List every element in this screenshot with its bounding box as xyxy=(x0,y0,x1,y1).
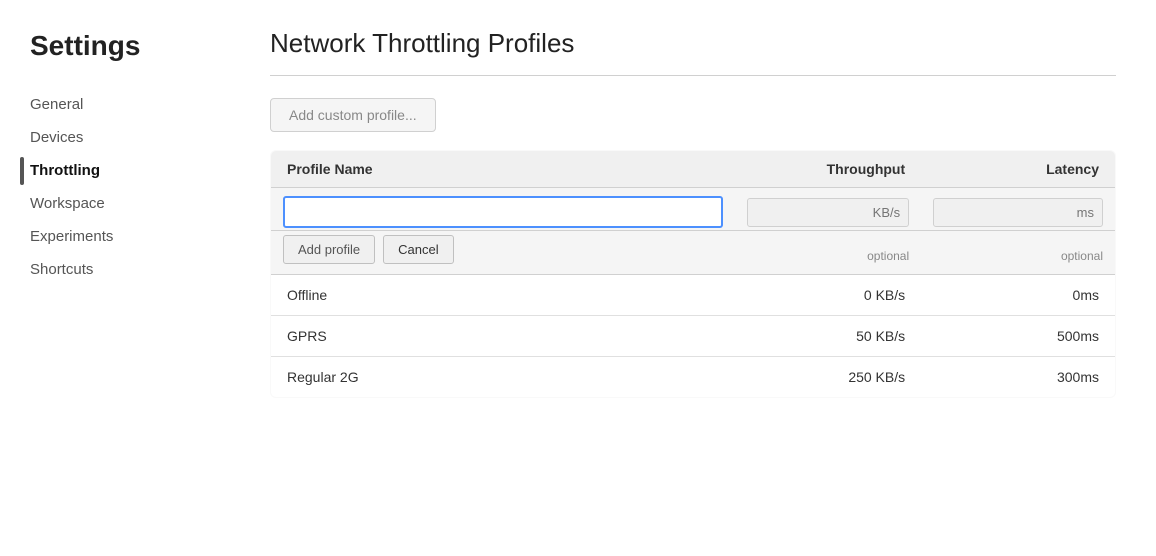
profiles-table: Profile Name Throughput Latency xyxy=(270,150,1116,398)
table-row: Regular 2G 250 KB/s 300ms xyxy=(271,357,1116,398)
sidebar-title: Settings xyxy=(30,30,230,62)
profile-name-input[interactable] xyxy=(283,196,723,228)
sidebar-link-general[interactable]: General xyxy=(30,90,230,119)
section-divider xyxy=(270,75,1116,76)
optional-labels-row: Add profile Cancel optional optional xyxy=(271,231,1116,275)
sidebar-link-shortcuts[interactable]: Shortcuts xyxy=(30,255,230,284)
sidebar: Settings General Devices Throttling Work… xyxy=(0,0,230,556)
sidebar-item-shortcuts[interactable]: Shortcuts xyxy=(30,255,230,284)
sidebar-item-devices[interactable]: Devices xyxy=(30,123,230,152)
sidebar-item-general[interactable]: General xyxy=(30,90,230,119)
sidebar-link-workspace[interactable]: Workspace xyxy=(30,189,230,218)
page-title: Network Throttling Profiles xyxy=(270,28,1116,59)
row-latency: 0ms xyxy=(921,275,1115,316)
sidebar-link-throttling[interactable]: Throttling xyxy=(30,156,230,185)
row-throughput: 0 KB/s xyxy=(735,275,921,316)
add-custom-profile-button[interactable]: Add custom profile... xyxy=(270,98,436,132)
row-latency: 300ms xyxy=(921,357,1115,398)
row-throughput: 250 KB/s xyxy=(735,357,921,398)
action-buttons: Add profile Cancel xyxy=(283,235,723,264)
add-profile-button[interactable]: Add profile xyxy=(283,235,375,264)
row-name: Regular 2G xyxy=(271,357,736,398)
col-header-throughput: Throughput xyxy=(735,151,921,188)
new-profile-input-row xyxy=(271,188,1116,231)
table-header-row: Profile Name Throughput Latency xyxy=(271,151,1116,188)
latency-input[interactable] xyxy=(933,198,1103,227)
sidebar-link-experiments[interactable]: Experiments xyxy=(30,222,230,251)
row-name: Offline xyxy=(271,275,736,316)
row-latency: 500ms xyxy=(921,316,1115,357)
cancel-button[interactable]: Cancel xyxy=(383,235,453,264)
main-content: Network Throttling Profiles Add custom p… xyxy=(230,0,1156,556)
col-header-name: Profile Name xyxy=(271,151,736,188)
profile-name-cell xyxy=(271,188,736,231)
table-row: GPRS 50 KB/s 500ms xyxy=(271,316,1116,357)
row-throughput: 50 KB/s xyxy=(735,316,921,357)
latency-cell xyxy=(921,188,1115,231)
throughput-cell xyxy=(735,188,921,231)
sidebar-item-workspace[interactable]: Workspace xyxy=(30,189,230,218)
table-row: Offline 0 KB/s 0ms xyxy=(271,275,1116,316)
col-header-latency: Latency xyxy=(921,151,1115,188)
sidebar-item-throttling[interactable]: Throttling xyxy=(30,156,230,185)
latency-optional-label: optional xyxy=(921,231,1115,275)
sidebar-nav: General Devices Throttling Workspace Exp… xyxy=(30,90,230,284)
sidebar-item-experiments[interactable]: Experiments xyxy=(30,222,230,251)
throughput-optional-label: optional xyxy=(735,231,921,275)
throughput-input[interactable] xyxy=(747,198,909,227)
row-name: GPRS xyxy=(271,316,736,357)
action-cell: Add profile Cancel xyxy=(271,231,736,275)
sidebar-link-devices[interactable]: Devices xyxy=(30,123,230,152)
